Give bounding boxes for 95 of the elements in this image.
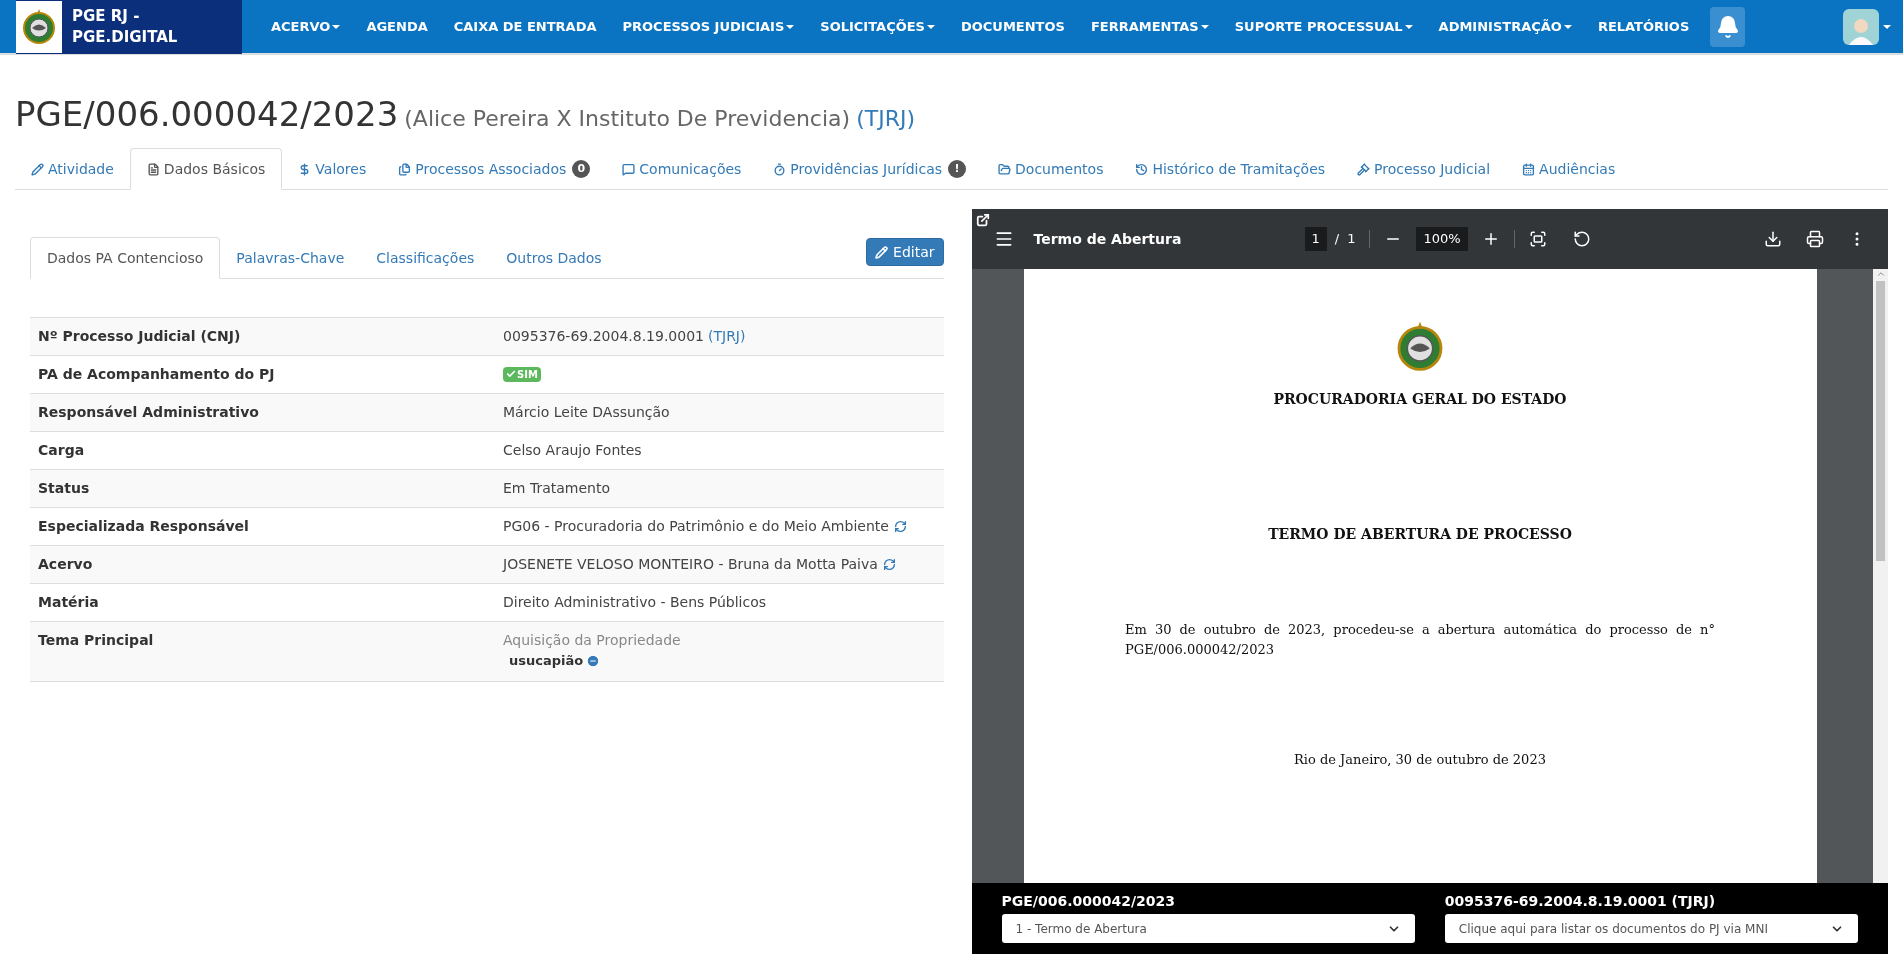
field-label: Status: [38, 480, 90, 496]
field-value: Márcio Leite DAssunção: [503, 404, 670, 420]
calendar-icon: [1522, 162, 1536, 176]
print-icon[interactable]: [1806, 230, 1824, 248]
page-count: 1: [1347, 230, 1356, 249]
tab[interactable]: Processo Judicial: [1341, 148, 1507, 190]
field-label: Acervo: [38, 556, 93, 572]
chat-icon: [622, 162, 636, 176]
field-value: Celso Araujo Fontes: [503, 442, 642, 458]
caret-icon: [1200, 24, 1209, 29]
document-heading: PROCURADORIA GERAL DO ESTADO: [1273, 390, 1567, 409]
tab[interactable]: Comunicações: [606, 148, 758, 190]
field-label: Responsável Administrativo: [38, 404, 259, 420]
refresh-icon[interactable]: [893, 520, 907, 533]
bell-icon: [1715, 14, 1740, 39]
caret-icon: [1883, 24, 1891, 29]
field-value: Em Tratamento: [503, 480, 610, 496]
nav-link[interactable]: SUPORTE PROCESSUAL: [1221, 16, 1426, 37]
refresh-icon[interactable]: [882, 558, 896, 571]
pencil-icon: [875, 245, 889, 259]
rotate-icon[interactable]: [1572, 230, 1591, 248]
caret-icon: [332, 24, 341, 29]
caret-icon: [1563, 24, 1572, 29]
process-number: PGE/006.000042/2023: [15, 93, 399, 136]
tab[interactable]: Valores: [282, 148, 383, 190]
document-heading: TERMO DE ABERTURA DE PROCESSO: [1268, 525, 1572, 544]
tab[interactable]: Dados Básicos: [129, 148, 283, 190]
tab[interactable]: Documentos: [982, 148, 1120, 190]
field-value: JOSENETE VELOSO MONTEIRO - Bruna da Motta Paiva: [503, 555, 878, 574]
remove-icon[interactable]: [586, 653, 601, 668]
document-select[interactable]: 1 - Termo de Abertura: [1001, 914, 1415, 943]
document-select[interactable]: Clique aqui para listar os documentos do PJ via MNI: [1444, 914, 1858, 943]
court-link[interactable]: (TJRJ): [856, 102, 915, 135]
gavel-icon: [1357, 162, 1371, 176]
edit-button[interactable]: Editar: [866, 238, 944, 266]
selector-label: 0095376-69.2004.8.19.0001 (TJRJ): [1444, 892, 1717, 911]
document-title: Termo de Abertura: [1033, 229, 1183, 249]
scrollbar[interactable]: [1873, 269, 1888, 883]
page-number-field[interactable]: 1: [1304, 227, 1327, 251]
tab[interactable]: Classificações: [360, 237, 491, 279]
count-badge: 0: [572, 160, 591, 178]
caret-icon: [1404, 24, 1413, 29]
document-date: Rio de Janeiro, 30 de outubro de 2023: [1294, 751, 1546, 769]
nav-link[interactable]: ADMINISTRAÇÃO: [1425, 16, 1585, 37]
nav-link[interactable]: DOCUMENTOS: [947, 16, 1078, 37]
field-label: Matéria: [38, 594, 99, 610]
field-label: Especializada Responsável: [38, 518, 249, 534]
field-value: Direito Administrativo - Bens Públicos: [503, 594, 767, 610]
process-parties: (Alice Pereira X Instituto De Previdencia): [404, 105, 851, 133]
files-icon: [398, 162, 412, 176]
nav-link[interactable]: ACERVO: [258, 16, 354, 37]
nav-link[interactable]: CAIXA DE ENTRADA: [440, 16, 610, 37]
nav-link[interactable]: RELATÓRIOS: [1584, 16, 1703, 37]
court-link[interactable]: (TJRJ): [708, 326, 746, 347]
field-label: Tema Principal: [38, 632, 154, 648]
zoom-field[interactable]: 100%: [1416, 227, 1468, 251]
fit-page-icon[interactable]: [1528, 230, 1547, 248]
history-icon: [1135, 162, 1149, 176]
nav-link[interactable]: PROCESSOS JUDICIAIS: [609, 16, 808, 37]
brand-name: PGE RJ -: [72, 5, 141, 27]
tab[interactable]: Dados PA Contencioso: [30, 237, 221, 279]
field-value: 0095376-69.2004.8.19.0001: [503, 327, 704, 346]
nav-link[interactable]: FERRAMENTAS: [1077, 16, 1222, 37]
pencil-icon: [31, 162, 44, 176]
brand-logo[interactable]: PGE RJ - PGE.DIGITAL: [16, 0, 242, 54]
tab[interactable]: Providências Jurídicas !: [757, 148, 983, 190]
tab[interactable]: Palavras-Chave: [220, 237, 361, 279]
timer-icon: [773, 162, 787, 176]
user-avatar[interactable]: [1843, 8, 1879, 45]
document-paragraph: Em 30 de outubro de 2023, procedeu-se a abertura automática do processo de n° PGE/006.000042/2023: [1125, 621, 1715, 659]
selector-label: PGE/006.000042/2023: [1001, 892, 1176, 911]
nav-link[interactable]: SOLICITAÇÕES: [807, 16, 948, 37]
folder-icon: [998, 162, 1012, 176]
file-icon: [146, 162, 160, 176]
yes-badge: SIM: [503, 366, 541, 382]
nav-link[interactable]: AGENDA: [353, 16, 441, 37]
caret-icon: [926, 24, 935, 29]
field-value: Aquisição da Propriedade: [503, 631, 682, 650]
page-separator: /: [1334, 230, 1340, 249]
field-value: PG06 - Procuradoria do Patrimônio e do Meio Ambiente: [503, 517, 889, 536]
field-label: Carga: [38, 442, 85, 458]
tab[interactable]: Histórico de Tramitações: [1119, 148, 1342, 190]
tab[interactable]: Atividade: [15, 148, 130, 190]
tab[interactable]: Outros Dados: [490, 237, 618, 279]
open-external-icon[interactable]: [975, 213, 990, 227]
notifications-button[interactable]: [1710, 6, 1746, 47]
tab[interactable]: Audiências: [1506, 148, 1632, 190]
brand-name: PGE.DIGITAL: [72, 26, 178, 48]
tab[interactable]: Processos Associados 0: [382, 148, 607, 190]
field-label: PA de Acompanhamento do PJ: [38, 366, 275, 382]
download-icon[interactable]: [1764, 230, 1782, 248]
field-label: Nº Processo Judicial (CNJ): [38, 328, 241, 344]
caret-icon: [786, 24, 795, 29]
theme-tag: usucapião: [509, 651, 584, 671]
count-badge: !: [948, 160, 967, 178]
